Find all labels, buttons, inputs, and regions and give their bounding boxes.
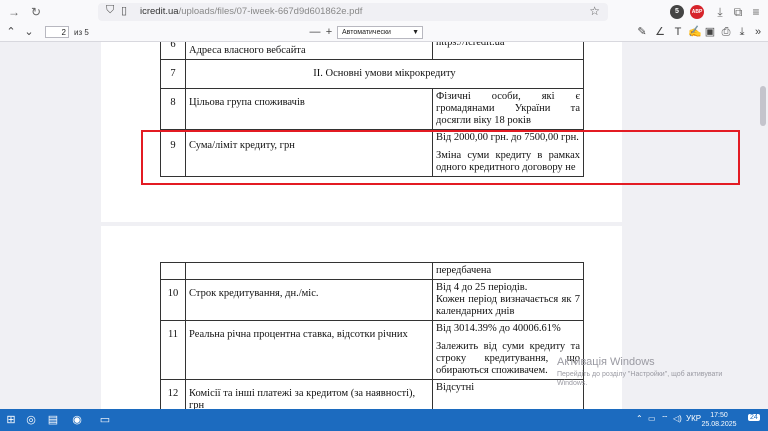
page-count: из 5 <box>74 28 89 37</box>
shield-icon[interactable]: ⛉ <box>106 4 114 17</box>
firefox-app-icon[interactable]: ◉ <box>68 411 86 429</box>
zoom-out-icon[interactable]: — <box>309 25 321 40</box>
row-value: передбачена <box>432 262 584 280</box>
clock-time: 17:50 <box>710 412 728 419</box>
watermark-title: Активація Windows <box>557 356 655 368</box>
pdf-viewer[interactable]: 6 Адреса власного вебсайта https://icred… <box>0 42 768 409</box>
highlight-rectangle <box>141 130 740 185</box>
row-number: 12 <box>160 379 186 409</box>
row-label: Комісії та інші платежі за кредитом (за … <box>185 379 433 409</box>
page-info-icon[interactable]: ▯ <box>121 4 127 17</box>
highlight-icon[interactable]: ✎ <box>636 25 648 40</box>
row-label: Цільова група споживачів <box>185 88 433 130</box>
zoom-value: Автоматически <box>342 29 391 36</box>
tray-chevron-icon[interactable]: ⌃ <box>636 414 643 423</box>
row-label: Реальна річна процентна ставка, відсотки… <box>185 320 433 380</box>
row-number <box>160 262 186 280</box>
row-label: Адреса власного вебсайта <box>185 42 433 60</box>
table-row: 12 Комісії та інші платежі за кредитом (… <box>160 379 584 409</box>
row-number: 8 <box>160 88 186 130</box>
row-number: 11 <box>160 320 186 380</box>
row-label <box>185 262 433 280</box>
row-number: 10 <box>160 279 186 321</box>
page-number-input[interactable]: 2 <box>45 26 69 38</box>
table-row: 11 Реальна річна процентна ставка, відсо… <box>160 320 584 380</box>
forward-arrow-icon[interactable]: → <box>6 4 22 20</box>
row-value-line: Кожен період визначається як 7 календарн… <box>436 294 580 317</box>
draw-icon[interactable]: ∠ <box>654 25 666 40</box>
row-value: Фізичні особи, які є громадянами України… <box>432 88 584 130</box>
chrome-app-icon[interactable]: ◎ <box>22 411 40 429</box>
file-explorer-icon[interactable]: ▭ <box>96 411 114 429</box>
pdf-toolbar: ⌃ ⌄ 2 из 5 — + Автоматически ▼ ✎ ∠ T ✍ ▣ … <box>0 24 768 42</box>
network-icon[interactable]: ▭ <box>648 414 656 423</box>
language-indicator[interactable]: УКР <box>686 414 701 423</box>
address-bar[interactable]: ⛉ ▯ icredit.ua/uploads/files/07-iweek-66… <box>98 3 608 21</box>
row-value-line: Від 3014.39% до 40006.61% <box>436 323 561 334</box>
save-icon[interactable]: ⤓ <box>736 25 748 40</box>
row-value: https://icredit.ua <box>432 42 584 60</box>
next-page-icon[interactable]: ⌄ <box>22 25 36 40</box>
menu-icon[interactable]: ≡ <box>748 4 764 20</box>
bookmark-star-icon[interactable]: ☆ <box>589 4 600 18</box>
windows-activation-watermark: Активація Windows Перейдіть до розділу "… <box>557 356 747 388</box>
table-row: передбачена <box>160 262 584 280</box>
previous-page-icon[interactable]: ⌃ <box>4 25 18 40</box>
watermark-subtitle: Перейдіть до розділу "Настройки", щоб ак… <box>557 371 723 387</box>
browser-nav-bar: → ↻ ⛉ ▯ icredit.ua/uploads/files/07-iwee… <box>0 0 768 25</box>
text-icon[interactable]: T <box>672 25 684 40</box>
volume-icon[interactable]: ◁) <box>673 414 682 423</box>
scrollbar-thumb[interactable] <box>760 86 766 126</box>
row-number: 6 <box>160 42 186 60</box>
pdf-page-2: передбачена 10 Строк кредитування, дн./м… <box>101 226 622 409</box>
table-row: 10 Строк кредитування, дн./міс. Від 4 до… <box>160 279 584 321</box>
start-windows-icon[interactable]: ⊞ <box>2 411 20 429</box>
teams-app-icon[interactable]: ▤ <box>44 411 62 429</box>
url-host: icredit.ua <box>140 6 179 17</box>
zoom-in-icon[interactable]: + <box>323 25 335 40</box>
wifi-icon[interactable]: ⌔ <box>661 414 669 424</box>
url-text: icredit.ua/uploads/files/07-iweek-667d9d… <box>140 6 362 17</box>
chevron-down-icon: ▼ <box>412 29 419 36</box>
notification-count-badge[interactable]: 24 <box>748 414 760 421</box>
windows-taskbar: ⊞ ◎ ▤ ◉ ▭ ⌃ ▭ ⌔ ◁) УКР 17:50 25.08.2025 … <box>0 409 768 431</box>
image-icon[interactable]: ▣ <box>704 25 716 40</box>
table-row: 8 Цільова група споживачів Фізичні особи… <box>160 88 584 130</box>
reload-icon[interactable]: ↻ <box>28 4 44 20</box>
downloads-icon[interactable]: ⤓ <box>712 4 728 20</box>
zoom-select[interactable]: Автоматически ▼ <box>337 26 423 39</box>
tools-menu-icon[interactable]: » <box>752 25 764 40</box>
clock-date: 25.08.2025 <box>701 421 737 428</box>
row-number: 7 <box>160 59 186 89</box>
table-row: 7 II. Основні умови мікрокредиту <box>160 59 584 89</box>
conditions-table-page-2: передбачена 10 Строк кредитування, дн./м… <box>160 262 584 409</box>
signature-icon[interactable]: ✍ <box>688 25 702 40</box>
clock[interactable]: 17:50 25.08.2025 <box>700 411 738 429</box>
print-icon[interactable]: ⎙ <box>720 25 732 40</box>
table-row: 6 Адреса власного вебсайта https://icred… <box>160 42 584 60</box>
extensions-puzzle-icon[interactable]: ⧉ <box>730 4 746 20</box>
extension-badge-5[interactable]: 5 <box>670 5 684 19</box>
row-value: Від 4 до 25 періодів. Кожен період визна… <box>432 279 584 321</box>
row-value-line: Від 4 до 25 періодів. <box>436 282 528 293</box>
section-title: II. Основні умови мікрокредиту <box>185 59 584 89</box>
adblock-extension-icon[interactable]: ABP <box>690 5 704 19</box>
row-label: Строк кредитування, дн./міс. <box>185 279 433 321</box>
url-path: /uploads/files/07-iweek-667d9d601862e.pd… <box>178 6 363 17</box>
